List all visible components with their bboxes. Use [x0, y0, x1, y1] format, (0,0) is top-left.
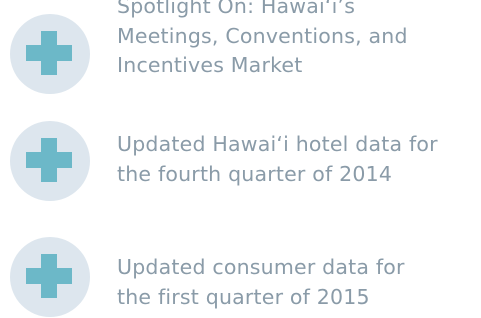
item-text-line: Updated Hawai‘i hotel data for [117, 132, 438, 156]
item-text-line: Updated consumer data for [117, 255, 405, 279]
item-text-line: Incentives Market [117, 53, 303, 77]
item-link-consumer-data[interactable]: Updated consumer data for the first quar… [117, 253, 477, 312]
item-text-line: the fourth quarter of 2014 [117, 161, 393, 186]
plus-icon[interactable] [10, 14, 90, 94]
item-link-hotel-data[interactable]: Updated Hawai‘i hotel data for the fourt… [117, 130, 477, 189]
plus-horizontal-bar [26, 45, 72, 61]
plus-icon[interactable] [10, 121, 90, 201]
plus-icon[interactable] [10, 237, 90, 317]
plus-horizontal-bar [26, 268, 72, 284]
item-link-mci-market[interactable]: Spotlight On: Hawai‘i’s Meetings, Conven… [117, 0, 477, 81]
item-text-line: Meetings, Conventions, and [117, 23, 408, 48]
plus-horizontal-bar [26, 152, 72, 168]
item-text-line: Spotlight On: Hawai‘i’s [117, 0, 356, 18]
item-text-line: the first quarter of 2015 [117, 284, 370, 309]
